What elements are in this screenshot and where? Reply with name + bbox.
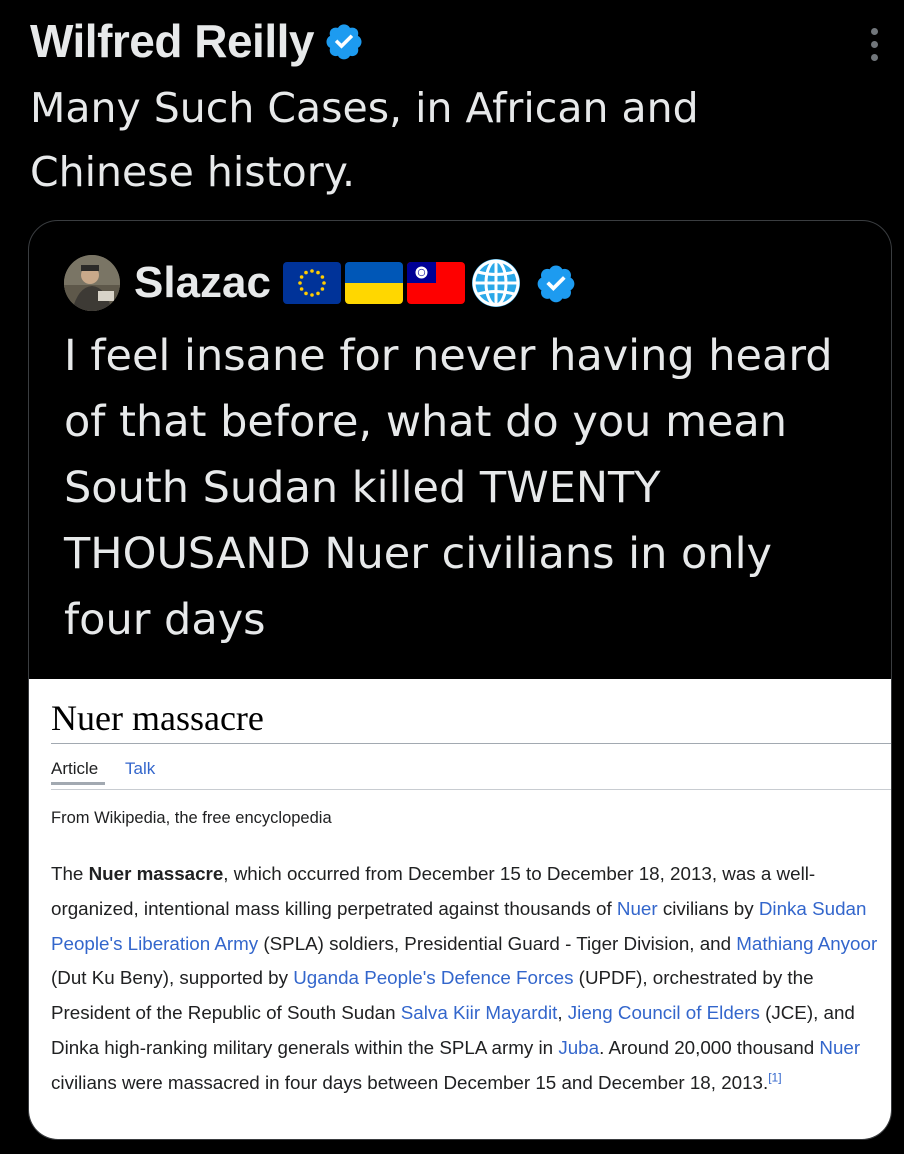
tab-talk: Talk xyxy=(125,759,156,778)
reference-1: [1] xyxy=(768,1070,782,1085)
wiki-paragraph: The Nuer massacre, which occurred from D… xyxy=(51,863,878,1093)
divider xyxy=(51,789,891,790)
taiwan-flag-icon xyxy=(406,262,465,304)
avatar[interactable] xyxy=(64,255,120,311)
quoted-tweet-card[interactable]: Slazac I feel insane for never having he… xyxy=(28,220,892,1140)
globe-icon xyxy=(471,259,520,307)
wiki-article-title: Nuer massacre xyxy=(51,698,264,738)
link-updf: Uganda People's Defence Forces xyxy=(293,967,574,989)
quote-text: I feel insane for never having heard of … xyxy=(64,331,833,645)
quote-author-row: Slazac xyxy=(64,255,577,311)
quote-author-name[interactable]: Slazac xyxy=(134,258,271,308)
wiki-tagline: From Wikipedia, the free encyclopedia xyxy=(51,809,332,827)
eu-flag-icon xyxy=(282,262,341,304)
tab-article: Article xyxy=(51,759,99,778)
link-nuer: Nuer xyxy=(819,1036,861,1058)
wikipedia-screenshot-image[interactable]: Nuer massacre Article Talk From Wikipedi… xyxy=(29,679,891,1139)
link-nuer: Nuer xyxy=(616,897,658,919)
tweet-author-name[interactable]: Wilfred Reilly xyxy=(30,14,314,68)
tab-active-indicator xyxy=(51,782,105,785)
ukraine-flag-icon xyxy=(344,262,403,304)
tweet-text: Many Such Cases, in African and Chinese … xyxy=(30,84,699,196)
verified-badge-icon xyxy=(537,265,575,303)
divider xyxy=(51,743,891,744)
link-jce: Jieng Council of Elders xyxy=(567,1002,760,1024)
tweet-author-row: Wilfred Reilly xyxy=(30,14,364,68)
more-options-icon[interactable] xyxy=(866,28,882,61)
link-dinka: Dinka xyxy=(758,897,807,919)
bold-term: Nuer massacre xyxy=(88,863,224,884)
link-mathiang-anyoor: Mathiang Anyoor xyxy=(736,932,878,954)
verified-badge-icon xyxy=(326,24,362,60)
link-juba: Juba xyxy=(558,1036,600,1058)
link-salva-kiir: Salva Kiir Mayardit xyxy=(400,1002,558,1024)
